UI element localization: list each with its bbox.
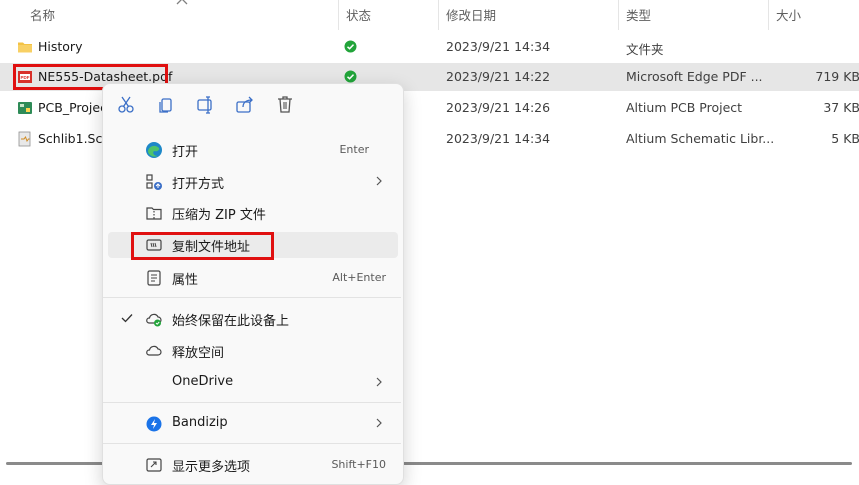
file-date: 2023/9/21 14:22 [446, 69, 551, 84]
menu-item-label: 打开方式 [172, 177, 225, 192]
menu-item-bandizip[interactable]: Bandizip [108, 411, 398, 437]
file-date: 2023/9/21 14:34 [446, 131, 551, 146]
file-type: 文件夹 [626, 42, 664, 57]
menu-separator [103, 443, 401, 444]
menu-item-shortcut: Shift+F10 [331, 458, 386, 471]
cut-icon[interactable] [115, 94, 137, 116]
menu-item-label: 属性 [172, 273, 199, 288]
menu-item-label: 打开 [172, 145, 199, 160]
column-header: 名称 状态 修改日期 类型 大小 [0, 0, 859, 30]
cloud-icon [146, 345, 162, 356]
menu-item-onedrive[interactable]: OneDrive [108, 370, 398, 396]
column-type[interactable]: 类型 [626, 5, 651, 24]
menu-item-properties[interactable]: 属性 Alt+Enter [108, 265, 398, 291]
properties-icon [147, 270, 161, 286]
share-icon[interactable] [234, 94, 256, 116]
file-size: 37 KB [823, 100, 859, 115]
column-size[interactable]: 大小 [776, 5, 801, 24]
menu-item-shortcut: Alt+Enter [332, 271, 386, 284]
menu-item-label: 始终保留在此设备上 [172, 314, 290, 329]
file-type: Microsoft Edge PDF ... [626, 69, 763, 84]
menu-item-compress-zip[interactable]: 压缩为 ZIP 文件 [108, 200, 398, 226]
file-type: Altium Schematic Libr... [626, 131, 775, 146]
menu-item-open[interactable]: 打开 Enter [108, 137, 398, 163]
menu-item-keep-on-device[interactable]: 始终保留在此设备上 [108, 306, 398, 332]
menu-item-label: 释放空间 [172, 346, 225, 361]
schlib-icon [18, 131, 31, 147]
menu-separator [103, 402, 401, 403]
menu-item-show-more-options[interactable]: 显示更多选项 Shift+F10 [108, 452, 398, 478]
file-size: 5 KB [831, 131, 859, 146]
folder-icon [18, 42, 32, 53]
checkmark-icon [121, 314, 133, 323]
more-options-icon [146, 458, 162, 472]
sort-ascending-icon[interactable] [176, 0, 188, 5]
file-name: PCB_Project [38, 100, 112, 115]
file-date: 2023/9/21 14:26 [446, 100, 551, 115]
edge-icon [146, 142, 162, 158]
pcb-project-icon [18, 102, 32, 114]
menu-item-free-space[interactable]: 释放空间 [108, 338, 398, 364]
menu-item-label: Bandizip [172, 415, 228, 430]
zip-folder-icon [146, 207, 162, 220]
column-name[interactable]: 名称 [30, 5, 55, 24]
file-size: 719 KB [815, 69, 859, 84]
delete-icon[interactable] [274, 94, 296, 116]
column-date[interactable]: 修改日期 [446, 5, 496, 24]
menu-item-label: 压缩为 ZIP 文件 [172, 208, 266, 223]
file-name: History [38, 39, 83, 54]
bandizip-icon [146, 416, 162, 432]
cloud-sync-icon [146, 313, 162, 327]
open-with-icon [146, 174, 162, 190]
rename-icon[interactable] [195, 94, 217, 116]
menu-item-label: 显示更多选项 [172, 460, 251, 475]
menu-item-shortcut: Enter [339, 143, 369, 156]
chevron-right-icon [376, 377, 382, 387]
sync-ok-icon [344, 40, 357, 53]
file-row-history[interactable]: History 2023/9/21 14:34 文件夹 [0, 33, 859, 61]
chevron-right-icon [376, 418, 382, 428]
sync-ok-icon [344, 70, 357, 83]
copy-icon[interactable] [155, 94, 177, 116]
menu-item-open-with[interactable]: 打开方式 [108, 169, 398, 195]
highlight-box-copy-path [131, 232, 274, 260]
file-type: Altium PCB Project [626, 100, 743, 115]
column-status[interactable]: 状态 [346, 5, 371, 24]
context-menu: 打开 Enter 打开方式 压缩为 ZIP 文件 复制文件地址 属性 Alt+E… [102, 83, 404, 485]
file-date: 2023/9/21 14:34 [446, 39, 551, 54]
menu-separator [103, 297, 401, 298]
chevron-right-icon [376, 176, 382, 186]
menu-item-label: OneDrive [172, 374, 234, 389]
